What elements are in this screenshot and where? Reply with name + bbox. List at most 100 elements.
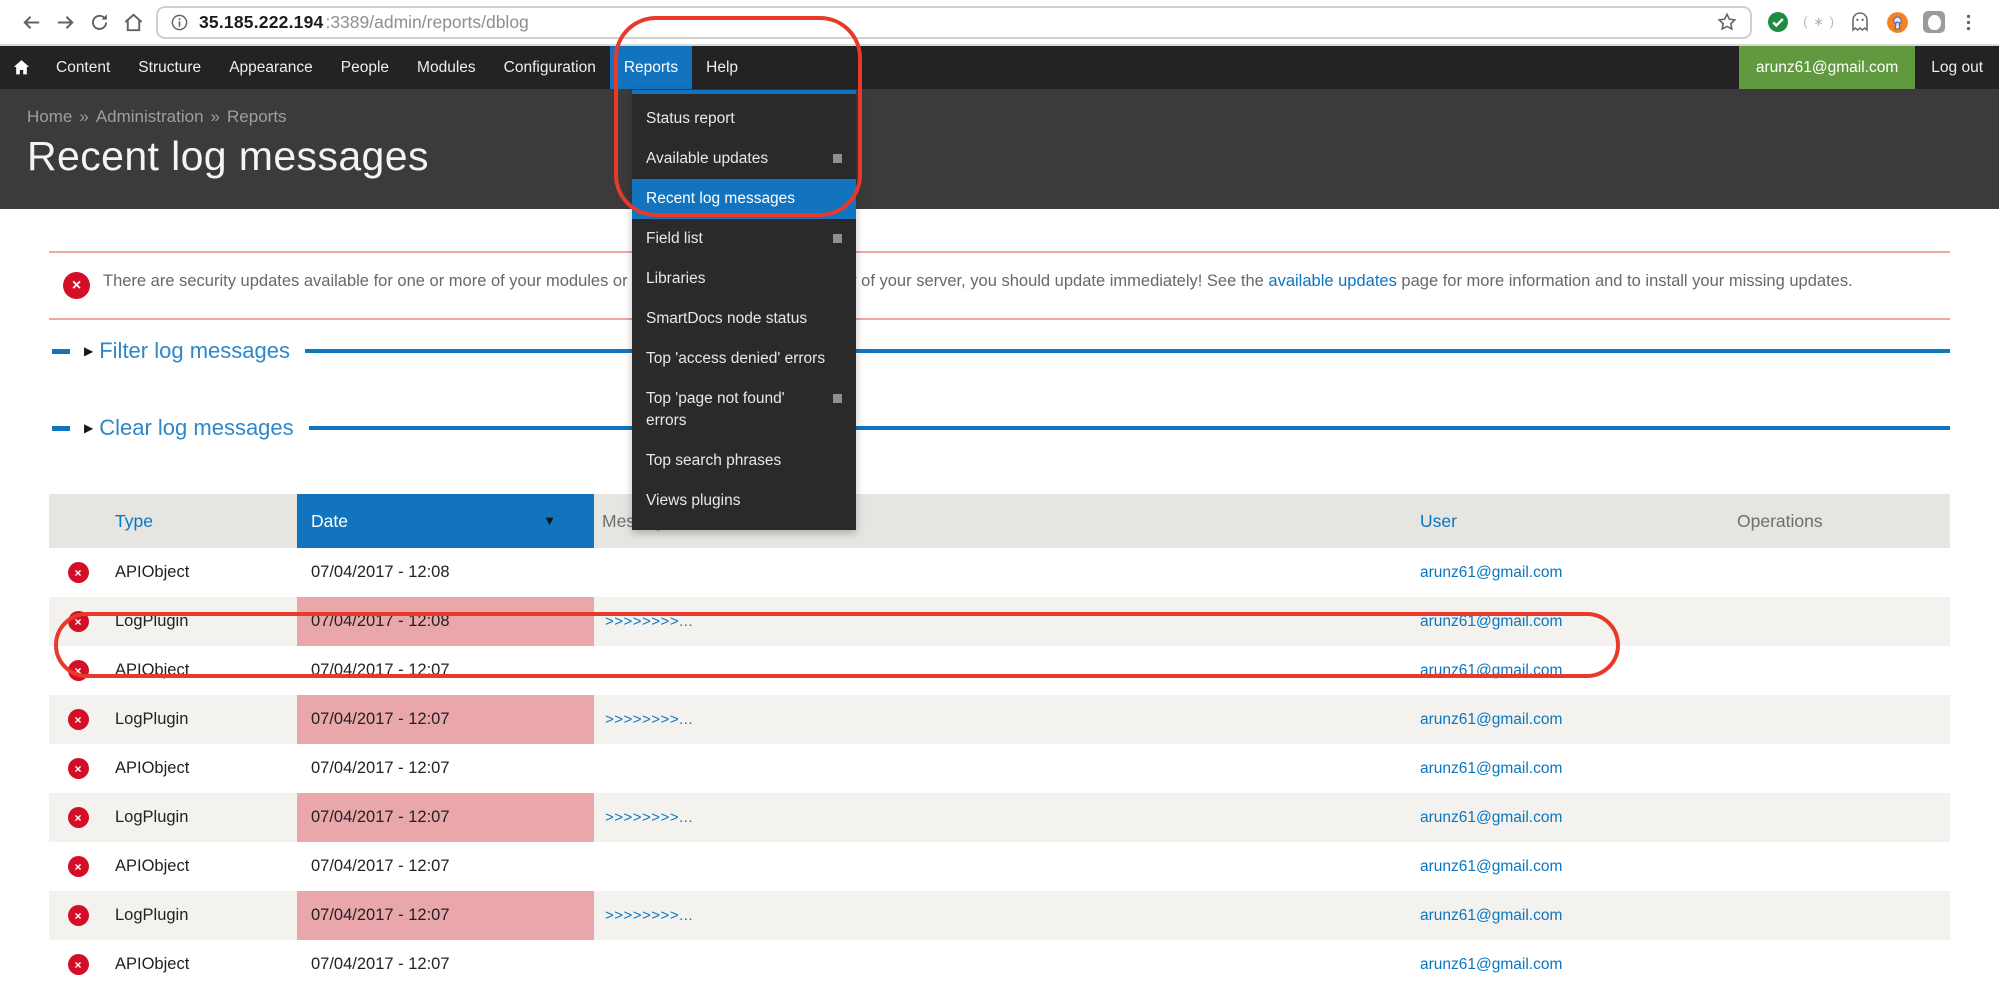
home-icon[interactable] xyxy=(116,5,150,39)
type-cell: LogPlugin xyxy=(107,793,297,842)
dropdown-item-available-updates[interactable]: Available updates xyxy=(632,139,856,179)
account-button[interactable]: arunz61@gmail.com xyxy=(1739,46,1915,89)
log-messages-table: Type Date▼ Message User Operations ×APIO… xyxy=(49,494,1950,989)
message-cell xyxy=(594,646,1407,695)
user-link[interactable]: arunz61@gmail.com xyxy=(1420,564,1562,581)
ghost-extension-icon[interactable] xyxy=(1848,10,1872,34)
log-row: ×APIObject07/04/2017 - 12:07arunz61@gmai… xyxy=(49,646,1950,695)
type-icon-cell: × xyxy=(49,744,107,793)
admin-toolbar: ContentStructureAppearancePeopleModulesC… xyxy=(0,46,1999,89)
address-bar[interactable]: 35.185.222.194 :3389/admin/reports/dblog xyxy=(156,6,1752,39)
log-row: ×LogPlugin07/04/2017 - 12:07>>>>>>>>...a… xyxy=(49,793,1950,842)
extension-tray: ( ∗ ) xyxy=(1766,10,1945,35)
log-row: ×LogPlugin07/04/2017 - 12:07>>>>>>>>...a… xyxy=(49,891,1950,940)
back-icon[interactable] xyxy=(14,5,48,39)
dropdown-item-top-page-not-found-errors[interactable]: Top 'page not found' errors xyxy=(632,379,856,441)
site-home-icon[interactable] xyxy=(0,46,42,89)
breadcrumb-link-administration[interactable]: Administration xyxy=(96,107,204,126)
dropdown-item-libraries[interactable]: Libraries xyxy=(632,259,856,299)
message-link[interactable]: >>>>>>>>... xyxy=(605,907,693,924)
message-link[interactable]: >>>>>>>>... xyxy=(605,613,693,630)
user-link[interactable]: arunz61@gmail.com xyxy=(1420,760,1562,777)
fieldset-border-line xyxy=(309,426,1950,430)
error-icon: × xyxy=(68,954,89,975)
date-cell: 07/04/2017 - 12:07 xyxy=(297,940,594,989)
filter-log-messages-toggle[interactable]: Filter log messages xyxy=(99,338,290,364)
vpn-extension-icon[interactable] xyxy=(1885,10,1910,35)
menu-item-marker-icon xyxy=(833,234,842,243)
toolbar-item-modules[interactable]: Modules xyxy=(403,46,490,89)
dropdown-item-field-list[interactable]: Field list xyxy=(632,219,856,259)
message-cell: >>>>>>>>... xyxy=(594,793,1407,842)
page-info-icon[interactable] xyxy=(170,13,189,32)
reload-icon[interactable] xyxy=(82,5,116,39)
clear-log-messages-fieldset: ▶ Clear log messages xyxy=(49,413,1950,443)
dropdown-item-label: Top 'access denied' errors xyxy=(646,348,825,370)
disabled-extension-icon[interactable]: ( ∗ ) xyxy=(1803,14,1835,30)
type-icon-cell: × xyxy=(49,646,107,695)
operations-cell xyxy=(1697,646,1950,695)
user-link[interactable]: arunz61@gmail.com xyxy=(1420,613,1562,630)
dropdown-item-smartdocs-node-status[interactable]: SmartDocs node status xyxy=(632,299,856,339)
dropdown-item-top-search-phrases[interactable]: Top search phrases xyxy=(632,441,856,481)
dropdown-item-status-report[interactable]: Status report xyxy=(632,99,856,139)
message-link[interactable]: >>>>>>>>... xyxy=(605,711,693,728)
dropdown-item-label: Available updates xyxy=(646,148,768,170)
toolbar-item-structure[interactable]: Structure xyxy=(124,46,215,89)
forward-icon[interactable] xyxy=(48,5,82,39)
browser-menu-kebab-icon[interactable] xyxy=(1951,5,1985,39)
toolbar-item-content[interactable]: Content xyxy=(42,46,124,89)
dropdown-item-recent-log-messages[interactable]: Recent log messages xyxy=(632,179,856,219)
main-content: × There are security updates available f… xyxy=(0,251,1999,989)
user-cell: arunz61@gmail.com xyxy=(1407,842,1697,891)
type-cell: APIObject xyxy=(107,548,297,597)
toolbar-item-people[interactable]: People xyxy=(327,46,403,89)
dropdown-item-top-access-denied-errors[interactable]: Top 'access denied' errors xyxy=(632,339,856,379)
user-sort-link[interactable]: User xyxy=(1420,511,1457,531)
toolbar-item-configuration[interactable]: Configuration xyxy=(490,46,610,89)
type-cell: APIObject xyxy=(107,744,297,793)
log-row: ×LogPlugin07/04/2017 - 12:07>>>>>>>>...a… xyxy=(49,695,1950,744)
dropdown-item-views-plugins[interactable]: Views plugins xyxy=(632,481,856,521)
shield-check-extension-icon[interactable] xyxy=(1766,10,1790,34)
browser-chrome: 35.185.222.194 :3389/admin/reports/dblog… xyxy=(0,0,1999,46)
error-icon: × xyxy=(68,611,89,632)
error-icon: × xyxy=(68,660,89,681)
user-link[interactable]: arunz61@gmail.com xyxy=(1420,858,1562,875)
date-column-header: Date ▼ xyxy=(297,494,594,548)
available-updates-link[interactable]: available updates xyxy=(1268,272,1396,290)
user-link[interactable]: arunz61@gmail.com xyxy=(1420,956,1562,973)
breadcrumb-link-home[interactable]: Home xyxy=(27,107,72,126)
log-row: ×LogPlugin07/04/2017 - 12:08>>>>>>>>...a… xyxy=(49,597,1950,646)
user-link[interactable]: arunz61@gmail.com xyxy=(1420,907,1562,924)
sort-desc-icon[interactable]: ▼ xyxy=(543,513,556,528)
dropdown-item-label: Status report xyxy=(646,108,735,130)
breadcrumb-separator: » xyxy=(211,107,220,126)
logout-button[interactable]: Log out xyxy=(1915,46,1999,89)
date-sort-link[interactable]: Date xyxy=(311,511,348,531)
type-sort-link[interactable]: Type xyxy=(115,511,153,531)
gray-extension-icon[interactable] xyxy=(1923,11,1945,33)
error-icon: × xyxy=(63,272,90,299)
toolbar-item-appearance[interactable]: Appearance xyxy=(215,46,327,89)
dropdown-item-label: SmartDocs node status xyxy=(646,308,807,330)
toolbar-item-help[interactable]: Help xyxy=(692,46,752,89)
user-cell: arunz61@gmail.com xyxy=(1407,597,1697,646)
message-cell: >>>>>>>>... xyxy=(594,695,1407,744)
breadcrumb: Home»Administration»Reports xyxy=(27,107,1999,127)
user-link[interactable]: arunz61@gmail.com xyxy=(1420,809,1562,826)
dropdown-item-label: Libraries xyxy=(646,268,705,290)
clear-log-messages-toggle[interactable]: Clear log messages xyxy=(99,415,293,441)
message-link[interactable]: >>>>>>>>... xyxy=(605,809,693,826)
toolbar-item-reports[interactable]: Reports xyxy=(610,46,692,89)
log-row: ×APIObject07/04/2017 - 12:08arunz61@gmai… xyxy=(49,548,1950,597)
dropdown-item-label: Top 'page not found' errors xyxy=(646,388,825,432)
user-link[interactable]: arunz61@gmail.com xyxy=(1420,662,1562,679)
bookmark-star-icon[interactable] xyxy=(1716,11,1738,33)
fieldset-border-line xyxy=(305,349,1950,353)
fieldset-border-dash xyxy=(52,349,70,354)
operations-cell xyxy=(1697,597,1950,646)
breadcrumb-link-reports[interactable]: Reports xyxy=(227,107,287,126)
user-link[interactable]: arunz61@gmail.com xyxy=(1420,711,1562,728)
dropdown-item-label: Top search phrases xyxy=(646,450,781,472)
